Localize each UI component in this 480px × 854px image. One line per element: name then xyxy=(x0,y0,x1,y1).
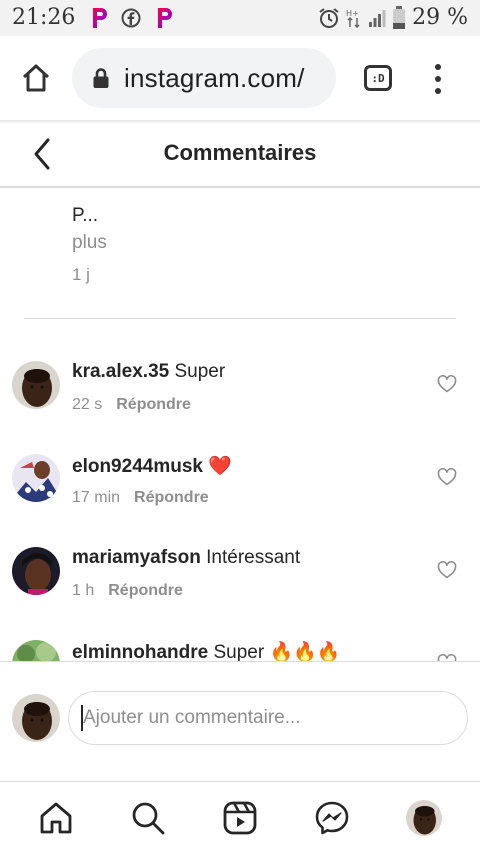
comment-text-line: mariamyafson Intéressant xyxy=(72,547,300,569)
comment-time: 1 h xyxy=(72,582,95,599)
avatar-image xyxy=(406,800,442,836)
text-caret xyxy=(81,705,83,731)
header-divider xyxy=(0,186,480,188)
avatar-image xyxy=(12,640,60,661)
browser-menu-button[interactable] xyxy=(430,64,446,94)
comment-body: ❤️ xyxy=(208,456,232,477)
pinterest-p-notification-icon xyxy=(93,8,107,28)
battery-icon xyxy=(393,5,406,29)
data-arrows-icon: H+ xyxy=(346,9,360,28)
bottom-navigation xyxy=(0,782,480,854)
nav-home[interactable] xyxy=(38,800,74,836)
nav-profile-avatar[interactable] xyxy=(406,800,442,836)
home-icon xyxy=(40,802,72,834)
status-icons: H+ 29 % xyxy=(318,5,468,30)
like-heart-icon[interactable] xyxy=(437,561,457,579)
caption-text: P... xyxy=(72,205,99,226)
avatar[interactable] xyxy=(12,547,60,595)
avatar-image xyxy=(12,454,60,502)
caption-more-link[interactable]: plus xyxy=(72,232,107,254)
comment-row: mariamyafson Intéressant 1 h Répondre xyxy=(0,505,480,599)
page-title: Commentaires xyxy=(163,140,317,165)
like-heart-icon[interactable] xyxy=(437,375,457,393)
nav-search[interactable] xyxy=(130,800,166,836)
comment-row: elon9244musk ❤️ 17 min Répondre xyxy=(0,412,480,506)
menu-dot xyxy=(435,64,441,70)
svg-text:H+: H+ xyxy=(346,9,359,18)
nav-reels[interactable] xyxy=(222,800,258,836)
comments-list[interactable]: kra.alex.35 Super 22 s Répondre elon9244m… xyxy=(0,319,480,661)
reply-button[interactable]: Répondre xyxy=(116,396,191,413)
reels-icon xyxy=(223,801,257,835)
avatar[interactable] xyxy=(12,454,60,502)
comment-text-line: elon9244musk ❤️ xyxy=(72,454,232,478)
comment-body: Intéressant xyxy=(206,547,301,568)
comment-username[interactable]: elon9244musk xyxy=(72,456,203,477)
caption-timestamp: 1 j xyxy=(72,265,90,284)
pinterest-p-notification-icon-2 xyxy=(158,8,172,28)
battery-percent: 29 % xyxy=(412,5,468,30)
comment-text-line: elminnohandre Super 🔥🔥🔥 xyxy=(72,640,340,661)
tabs-switcher-button[interactable]: :D xyxy=(364,65,392,91)
alarm-icon xyxy=(319,7,339,28)
add-comment-input[interactable] xyxy=(68,691,468,745)
avatar[interactable] xyxy=(12,361,60,409)
comment-time: 22 s xyxy=(72,396,103,413)
avatar-image xyxy=(12,361,60,409)
comment-username[interactable]: kra.alex.35 xyxy=(72,361,169,382)
comment-username[interactable]: elminnohandre xyxy=(72,642,208,661)
lock-icon xyxy=(93,68,109,88)
reply-button[interactable]: Répondre xyxy=(134,489,209,506)
status-time: 21:26 xyxy=(12,5,76,30)
input-divider xyxy=(0,661,480,662)
menu-dot xyxy=(435,76,441,82)
comment-username[interactable]: mariamyafson xyxy=(72,547,201,568)
comment-row: elminnohandre Super 🔥🔥🔥 xyxy=(0,598,480,661)
browser-toolbar: instagram.com/ :D xyxy=(0,36,480,120)
home-icon[interactable] xyxy=(18,60,54,96)
comments-header: Commentaires xyxy=(0,124,480,186)
avatar-image xyxy=(12,694,60,742)
comment-body: Super 🔥🔥🔥 xyxy=(213,642,341,661)
status-bar: 21:26 H+ 29 % xyxy=(0,0,480,36)
address-bar[interactable]: instagram.com/ xyxy=(72,48,336,108)
avatar-image xyxy=(12,547,60,595)
comment-text-line: kra.alex.35 Super xyxy=(72,361,225,383)
nav-messenger[interactable] xyxy=(314,800,350,836)
signal-icon xyxy=(369,9,386,27)
like-heart-icon[interactable] xyxy=(437,468,457,486)
comment-body: Super xyxy=(174,361,226,382)
menu-dot xyxy=(435,88,441,94)
search-icon xyxy=(132,802,165,835)
messenger-icon xyxy=(315,801,349,835)
reply-button[interactable]: Répondre xyxy=(108,582,183,599)
current-user-avatar xyxy=(12,694,60,742)
facebook-notification-icon xyxy=(121,8,141,28)
like-heart-icon[interactable] xyxy=(437,654,457,661)
avatar[interactable] xyxy=(12,640,60,661)
comment-row: kra.alex.35 Super 22 s Répondre xyxy=(0,319,480,413)
url-text: instagram.com/ xyxy=(124,62,305,93)
comment-time: 17 min xyxy=(72,489,121,506)
